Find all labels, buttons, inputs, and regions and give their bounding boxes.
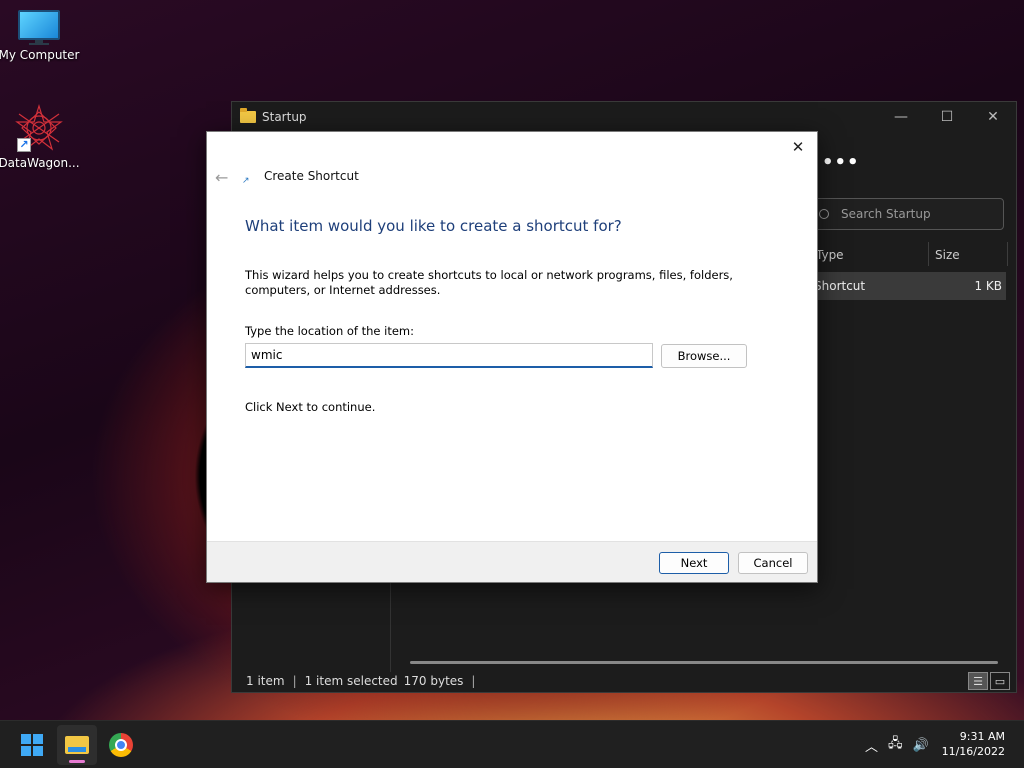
- status-bar: 1 item | 1 item selected 170 bytes |: [246, 674, 476, 688]
- taskbar: ︿ 🖧 🔊 9:31 AM 11/16/2022: [0, 720, 1024, 768]
- monitor-icon: [18, 10, 60, 45]
- status-item-count: 1 item: [246, 674, 285, 688]
- more-options-icon[interactable]: •••: [822, 152, 860, 173]
- search-input[interactable]: Search Startup: [808, 198, 1004, 230]
- shortcut-arrow-icon: ↗: [17, 138, 31, 152]
- location-input[interactable]: [245, 343, 653, 368]
- cancel-button[interactable]: Cancel: [738, 552, 808, 574]
- close-icon[interactable]: ✕: [970, 102, 1016, 132]
- dialog-footer: Next Cancel: [207, 541, 817, 582]
- taskbar-file-explorer[interactable]: [57, 725, 97, 765]
- wizard-description: This wizard helps you to create shortcut…: [245, 268, 733, 297]
- clock-time: 9:31 AM: [959, 730, 1005, 743]
- next-button[interactable]: Next: [659, 552, 729, 574]
- chrome-icon: [109, 733, 133, 757]
- volume-icon[interactable]: 🔊: [913, 738, 929, 753]
- horizontal-scrollbar[interactable]: [410, 661, 998, 664]
- next-hint: Click Next to continue.: [245, 400, 376, 414]
- browse-button[interactable]: Browse...: [661, 344, 747, 368]
- star-logo-icon: ↗: [15, 103, 63, 152]
- start-button[interactable]: [12, 725, 52, 765]
- desktop-icon-label: My Computer: [0, 48, 80, 62]
- shortcut-icon: ↗: [242, 176, 250, 186]
- dialog-title: Create Shortcut: [264, 169, 359, 183]
- file-type: Shortcut: [814, 279, 866, 293]
- desktop-icon-label: DataWagon...: [0, 156, 80, 170]
- minimize-icon[interactable]: —: [878, 102, 924, 132]
- location-label: Type the location of the item:: [245, 324, 415, 338]
- column-header-type[interactable]: Type: [816, 242, 844, 268]
- status-selected: 1 item selected: [304, 674, 398, 688]
- tiles-view-icon[interactable]: ▭: [990, 672, 1010, 690]
- search-icon: [819, 209, 829, 219]
- close-icon[interactable]: ✕: [787, 138, 809, 156]
- status-bytes: 170 bytes: [403, 674, 464, 688]
- folder-icon: [65, 736, 89, 754]
- network-icon[interactable]: 🖧: [888, 734, 903, 756]
- create-shortcut-dialog: ✕ ← ↗ Create Shortcut What item would yo…: [206, 131, 818, 583]
- column-header-size[interactable]: Size: [935, 242, 960, 268]
- details-view-icon[interactable]: ☰: [968, 672, 988, 690]
- clock[interactable]: 9:31 AM 11/16/2022: [942, 729, 1005, 759]
- wizard-heading: What item would you like to create a sho…: [245, 217, 622, 235]
- chevron-up-icon[interactable]: ︿: [865, 736, 878, 755]
- search-placeholder: Search Startup: [841, 207, 931, 221]
- desktop-icon-my-computer[interactable]: My Computer: [0, 10, 81, 62]
- maximize-icon[interactable]: ☐: [924, 102, 970, 132]
- windows-logo-icon: [21, 734, 43, 756]
- file-row[interactable]: Shortcut 1 KB: [810, 272, 1006, 300]
- back-arrow-icon[interactable]: ←: [215, 168, 228, 187]
- explorer-title: Startup: [262, 110, 307, 124]
- file-size: 1 KB: [974, 279, 1002, 293]
- desktop-icon-datawagon[interactable]: ↗ DataWagon...: [0, 103, 81, 170]
- folder-icon: [240, 108, 256, 123]
- taskbar-chrome[interactable]: [101, 725, 141, 765]
- clock-date: 11/16/2022: [941, 745, 1005, 758]
